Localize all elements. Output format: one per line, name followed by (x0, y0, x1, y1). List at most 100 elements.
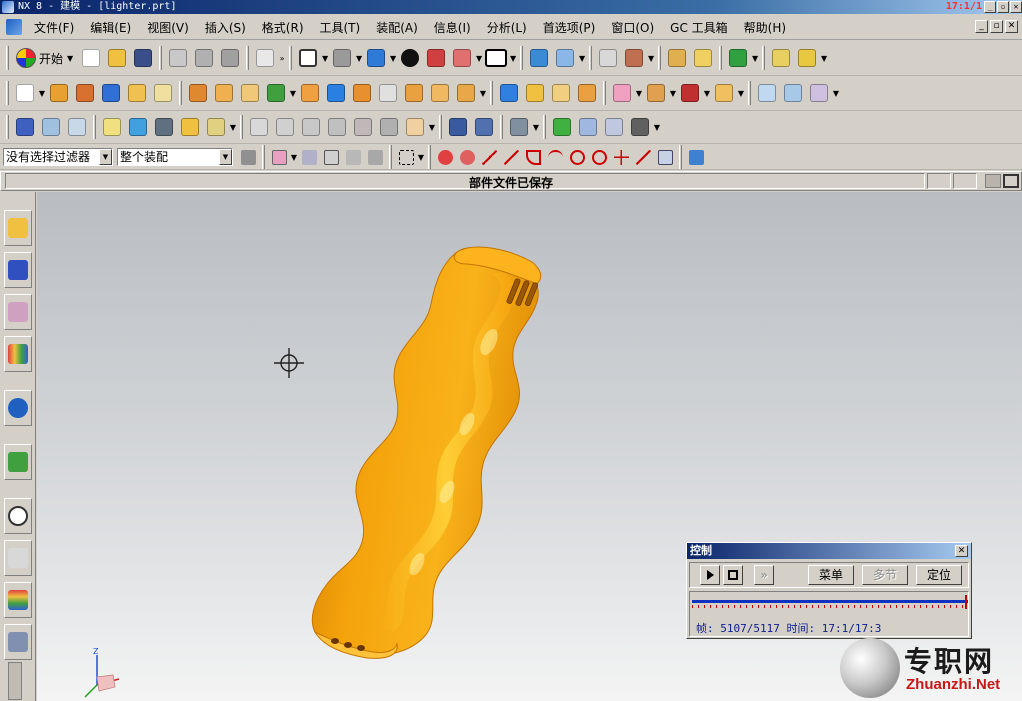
cylinder-button[interactable] (124, 80, 150, 106)
chevron-down-icon[interactable]: ▼ (509, 54, 517, 63)
pattern-button[interactable] (349, 80, 375, 106)
block-button[interactable] (98, 80, 124, 106)
part-navigator-tab[interactable] (4, 294, 32, 330)
point-select-button[interactable] (342, 146, 364, 168)
face-blend-button[interactable] (548, 80, 574, 106)
chevron-down-icon[interactable]: ▼ (389, 54, 397, 63)
chevron-down-icon[interactable]: ▼ (703, 89, 711, 98)
shell-button[interactable] (237, 80, 263, 106)
spring-button[interactable] (445, 114, 471, 140)
paste-button[interactable] (217, 45, 243, 71)
curve-g1-button[interactable] (272, 114, 298, 140)
chevron-down-icon[interactable]: ▼ (219, 149, 232, 165)
frame-slider[interactable]: 帧: 5107/5117 时间: 17:1/17:3 (689, 591, 969, 637)
snap-point-button[interactable] (434, 146, 456, 168)
hole-button[interactable] (150, 80, 176, 106)
toolbar-grip[interactable] (240, 115, 243, 139)
edge-blend-button[interactable] (185, 80, 211, 106)
selection-scope-select[interactable]: 整个装配 ▼ (117, 148, 233, 166)
transparency-button[interactable] (506, 114, 532, 140)
menu-assemblies[interactable]: 装配(A) (368, 19, 426, 36)
component-button[interactable] (621, 45, 647, 71)
delete-face-button[interactable] (677, 80, 703, 106)
close-dialog-button[interactable]: ✕ (955, 545, 968, 557)
status-filter-icon[interactable] (985, 174, 1001, 188)
assembly-button[interactable] (552, 45, 578, 71)
toolbar-grip[interactable] (439, 115, 442, 139)
menu-window[interactable]: 窗口(O) (603, 19, 662, 36)
draft-button[interactable] (263, 80, 289, 106)
replace-face-button[interactable] (643, 80, 669, 106)
toolbar-overflow-icon[interactable]: » (278, 54, 286, 63)
chevron-down-icon[interactable]: ▼ (737, 89, 745, 98)
arc-center-button[interactable] (544, 146, 566, 168)
multi-section-button[interactable]: 多节 (862, 565, 908, 585)
info-button[interactable] (376, 114, 402, 140)
point-info-button[interactable] (402, 114, 428, 140)
process-studio-tab[interactable] (4, 582, 32, 618)
chamfer-button[interactable] (211, 80, 237, 106)
full-screen-icon[interactable] (1003, 174, 1019, 188)
chevron-down-icon[interactable]: ▼ (229, 123, 237, 132)
stop-button[interactable] (723, 565, 743, 585)
chevron-down-icon[interactable]: ▼ (38, 89, 46, 98)
intersection-button[interactable] (522, 146, 544, 168)
chevron-down-icon[interactable]: ▼ (532, 123, 540, 132)
triangle-button[interactable] (794, 45, 820, 71)
chevron-down-icon[interactable]: ▼ (751, 54, 759, 63)
step-forward-button[interactable]: » (754, 565, 774, 585)
move-layer-button[interactable] (64, 114, 90, 140)
menu-help[interactable]: 帮助(H) (736, 19, 794, 36)
bounding-box-button[interactable] (654, 146, 676, 168)
play-button[interactable] (700, 565, 720, 585)
solid-select-button[interactable] (320, 146, 342, 168)
chevron-down-icon[interactable]: ▼ (475, 54, 483, 63)
toolbar-grip[interactable] (748, 81, 751, 105)
toolbar-grip[interactable] (762, 46, 766, 70)
layer-button[interactable] (595, 45, 621, 71)
cut-button[interactable] (165, 45, 191, 71)
menu-button[interactable]: 菜单 (808, 565, 854, 585)
toolbar-grip[interactable] (6, 46, 9, 70)
curve-point-button[interactable] (610, 146, 632, 168)
constraint-navigator-tab[interactable] (4, 252, 32, 288)
layer-settings-button[interactable] (38, 114, 64, 140)
render-style-button[interactable] (449, 45, 475, 71)
csys-button[interactable] (627, 114, 653, 140)
wave-button[interactable] (125, 114, 151, 140)
motion-button[interactable] (725, 45, 751, 71)
thicken-button[interactable] (427, 80, 453, 106)
nx-menu-icon[interactable] (6, 19, 22, 35)
fit-view-button[interactable] (295, 45, 321, 71)
trim-button[interactable] (297, 80, 323, 106)
chevron-down-icon[interactable]: ▼ (653, 123, 661, 132)
drafting-button[interactable] (203, 114, 229, 140)
toolbar-grip[interactable] (289, 46, 293, 70)
rectangle-select-button[interactable] (395, 146, 417, 168)
undo-button[interactable] (252, 45, 278, 71)
offset-face-button[interactable] (401, 80, 427, 106)
control-point-button[interactable] (500, 146, 522, 168)
shaded-view-button[interactable] (329, 45, 355, 71)
system-materials-tab[interactable] (4, 540, 32, 576)
save-button[interactable] (130, 45, 156, 71)
curve-g0-button[interactable] (246, 114, 272, 140)
toolbar-grip[interactable] (719, 46, 723, 70)
chevron-down-icon[interactable]: ▼ (669, 89, 677, 98)
new-file-button[interactable] (78, 45, 104, 71)
frame-slider-track[interactable] (692, 600, 968, 603)
quadrant-button[interactable] (566, 146, 588, 168)
chevron-down-icon[interactable]: ▼ (290, 153, 298, 162)
deviation-button[interactable] (350, 114, 376, 140)
end-point-button[interactable] (456, 146, 478, 168)
toolbar-grip[interactable] (543, 115, 546, 139)
copy-button[interactable] (191, 45, 217, 71)
sew-button[interactable] (574, 80, 600, 106)
open-button[interactable] (104, 45, 130, 71)
start-button[interactable]: 开始 ▼ (12, 45, 78, 71)
wcs-button[interactable] (526, 45, 552, 71)
existing-point-button[interactable] (588, 146, 610, 168)
chevron-down-icon[interactable]: ▼ (99, 149, 112, 165)
mirror-button[interactable] (375, 80, 401, 106)
curve-g3-button[interactable] (324, 114, 350, 140)
